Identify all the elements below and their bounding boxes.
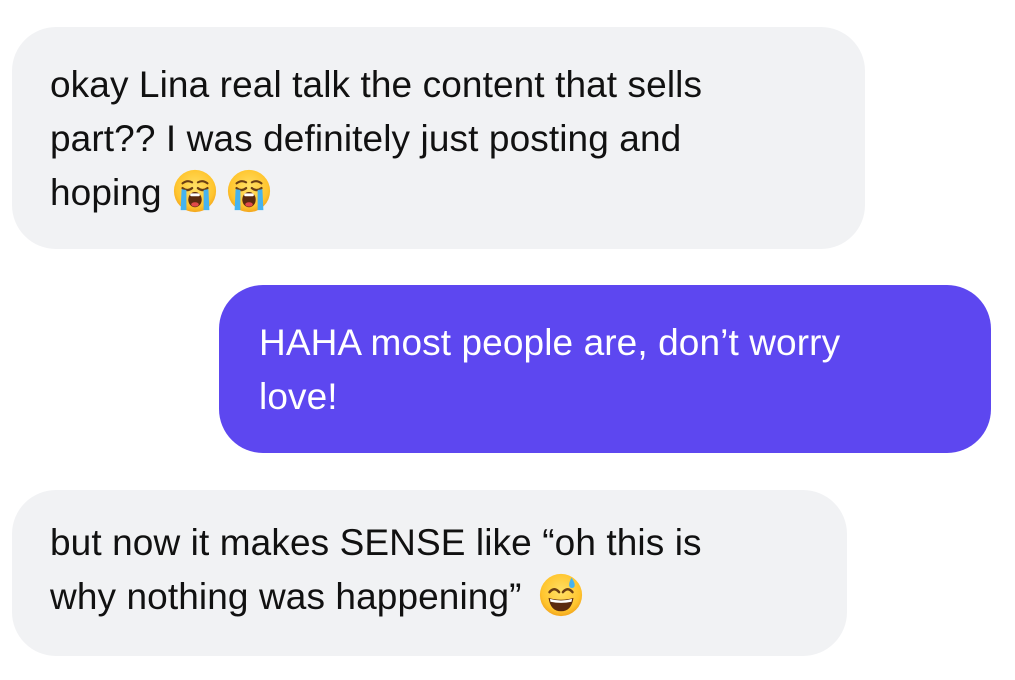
message-text-line: why nothing was happening” [50, 570, 809, 624]
message-text-line: but now it makes SENSE like “oh this is [50, 522, 702, 563]
incoming-message-bubble[interactable]: okay Lina real talk the content that sel… [12, 27, 865, 249]
message-text: why nothing was happening” [50, 576, 522, 617]
message-text: hoping [50, 172, 162, 213]
message-text-line: okay Lina real talk the content that sel… [50, 64, 703, 105]
message-thread: okay Lina real talk the content that sel… [0, 0, 1015, 680]
message-text-line: hoping [50, 166, 827, 220]
loudly-crying-face-icon [172, 168, 218, 214]
message-text-line: love! [259, 376, 338, 417]
message-text-line: HAHA most people are, don’t worry [259, 322, 841, 363]
grinning-face-with-sweat-icon [538, 572, 584, 618]
incoming-message-bubble[interactable]: but now it makes SENSE like “oh this is … [12, 490, 847, 656]
message-text-line: part?? I was definitely just posting and [50, 118, 682, 159]
outgoing-message-bubble[interactable]: HAHA most people are, don’t worry love! [219, 285, 991, 453]
loudly-crying-face-icon [226, 168, 272, 214]
